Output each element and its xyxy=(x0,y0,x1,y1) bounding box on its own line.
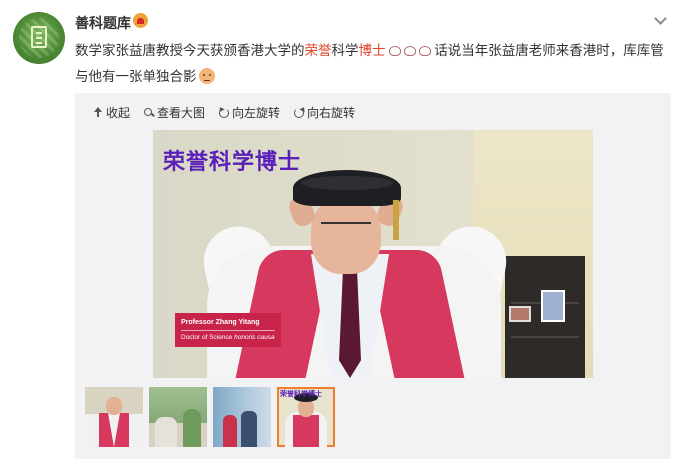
username[interactable]: 善科题库 xyxy=(75,13,131,33)
image-title: 荣誉科学博士 xyxy=(163,149,302,174)
caption-degree-text: Doctor of Science xyxy=(181,334,235,341)
main-image[interactable]: 荣誉科学博士 Professor Zhang Yitang Doctor of … xyxy=(153,130,593,378)
caption-degree: Doctor of Science honoris causa xyxy=(181,333,275,343)
post-text-part1: 数学家张益唐教授今天获颁香港大学的 xyxy=(75,43,305,58)
thumbnail-1[interactable] xyxy=(85,387,143,447)
view-large-label: 查看大图 xyxy=(157,105,206,120)
thumbnail-2[interactable] xyxy=(149,387,207,447)
media-panel: 收起 查看大图 向左旋转 向右旋转 荣誉科学博士 Professor Zhang… xyxy=(75,93,671,459)
collapse-label: 收起 xyxy=(106,105,131,120)
thumbnail-strip: 荣誉科学博士 xyxy=(85,387,335,447)
caption-divider xyxy=(181,330,275,331)
tears-emoji-icon xyxy=(402,43,416,57)
rotate-right-icon xyxy=(294,107,305,118)
photo-frame xyxy=(509,306,531,322)
thumbnail-3[interactable] xyxy=(213,387,271,447)
rotate-left-button[interactable]: 向左旋转 xyxy=(219,104,280,121)
heart-eyes-emoji-icon xyxy=(133,13,148,28)
caption-name: Professor Zhang Yitang xyxy=(181,319,260,326)
cap-tassel xyxy=(393,200,399,240)
book-icon xyxy=(31,26,47,48)
view-large-button[interactable]: 查看大图 xyxy=(144,104,205,121)
glasses xyxy=(321,222,371,233)
chevron-down-icon[interactable] xyxy=(654,14,666,26)
thumb-title: 荣誉科学博士 xyxy=(280,391,322,398)
rotate-right-button[interactable]: 向右旋转 xyxy=(294,104,355,121)
avatar[interactable] xyxy=(13,12,65,64)
thumb-gown-red xyxy=(293,415,319,447)
rotate-left-icon xyxy=(219,107,230,118)
hashtag-link-honor[interactable]: 荣誉 xyxy=(305,43,332,58)
search-icon xyxy=(144,107,154,118)
collapse-icon xyxy=(93,106,103,118)
collapse-button[interactable]: 收起 xyxy=(93,104,130,121)
doctoral-cap xyxy=(293,170,401,206)
name-caption: Professor Zhang Yitang Doctor of Science… xyxy=(175,313,281,347)
shy-face-emoji-icon xyxy=(198,68,215,84)
person-head xyxy=(311,196,381,274)
post-text-part2: 科学 xyxy=(331,43,359,58)
tears-emoji-icon xyxy=(387,43,401,57)
rotate-left-label: 向左旋转 xyxy=(232,105,281,120)
tears-emoji-icon xyxy=(417,43,431,57)
rotate-right-label: 向右旋转 xyxy=(307,105,356,120)
caption-degree-latin: honoris causa xyxy=(234,334,275,341)
thumbnail-4[interactable]: 荣誉科学博士 xyxy=(277,387,335,447)
hashtag-link-doctor[interactable]: 博士 xyxy=(359,43,386,58)
photo-frame xyxy=(541,290,565,322)
image-toolbar: 收起 查看大图 向左旋转 向右旋转 xyxy=(93,103,355,121)
post-text: 数学家张益唐教授今天获颁香港大学的荣誉科学博士 话说当年张益唐老师来香港时，库库… xyxy=(75,38,665,90)
